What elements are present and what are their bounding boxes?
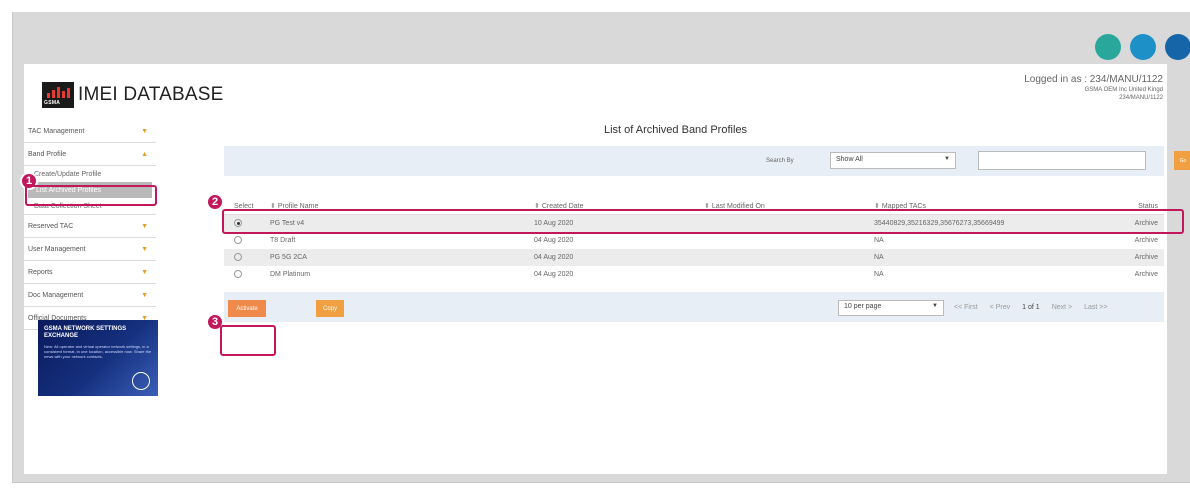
search-by-value: Show All	[836, 156, 863, 163]
search-by-select[interactable]: Show All ▼	[830, 152, 956, 169]
cell-profile-name: DM Platinum	[270, 271, 311, 278]
chevron-down-icon: ▼	[141, 222, 148, 230]
app-page: GSMA IMEI DATABASE Logged in as : 234/MA…	[24, 64, 1190, 474]
chevron-down-icon: ▼	[141, 245, 148, 253]
pager-first[interactable]: << First	[954, 304, 978, 311]
pagination: << First < Prev 1 of 1 Next > Last >>	[954, 304, 1107, 311]
swirl-icon	[132, 372, 150, 390]
cell-mapped-tacs: NA	[874, 254, 884, 261]
sidebar-item-user-management[interactable]: User Management ▼	[24, 238, 156, 261]
radio-icon	[234, 235, 242, 244]
sidebar-item-label: User Management	[28, 245, 86, 253]
chevron-down-icon: ▼	[141, 291, 148, 299]
row-radio[interactable]	[234, 235, 242, 246]
chevron-down-icon: ▼	[141, 268, 148, 276]
login-info: Logged in as : 234/MANU/1122 GSMA OEM In…	[1024, 74, 1163, 101]
row-radio[interactable]	[234, 269, 242, 280]
highlight-activate-button	[220, 325, 276, 356]
logo-text: IMEI DATABASE	[78, 84, 224, 105]
sidebar-item-doc-management[interactable]: Doc Management ▼	[24, 284, 156, 307]
cell-status: Archive	[1134, 237, 1158, 244]
step-marker-2: 2	[206, 193, 224, 211]
go-button[interactable]: Go	[1174, 151, 1190, 170]
chevron-down-icon: ▼	[932, 303, 938, 309]
table-footer: Activate Copy 10 per page ▼ << First < Pr…	[224, 292, 1164, 322]
dot-blue	[1130, 34, 1156, 60]
sidebar-item-reserved-tac[interactable]: Reserved TAC ▼	[24, 215, 156, 238]
highlight-list-archived	[25, 185, 157, 206]
radio-icon	[234, 252, 242, 261]
search-bar: Search By Show All ▼ Go	[224, 146, 1190, 176]
sidebar-item-tac-management[interactable]: TAC Management ▼	[24, 120, 156, 143]
gsma-logo-icon: GSMA	[42, 82, 74, 108]
cell-created-date: 04 Aug 2020	[534, 271, 574, 278]
sidebar-item-label: Reports	[28, 268, 53, 276]
promo-title: GSMA NETWORK SETTINGS EXCHANGE	[44, 326, 127, 339]
cell-profile-name: PG 5G 2CA	[270, 254, 307, 261]
sidebar-item-label: Band Profile	[28, 150, 67, 158]
table-row[interactable]: PG 5G 2CA 04 Aug 2020 NA Archive	[224, 249, 1164, 266]
promo-banner[interactable]: GSMA NETWORK SETTINGS EXCHANGE New: All …	[38, 320, 158, 396]
table-row[interactable]: DM Platinum 04 Aug 2020 NA Archive	[224, 266, 1164, 283]
sidebar-subitem-create-profile[interactable]: Create/Update Profile	[24, 166, 156, 182]
pager-prev[interactable]: < Prev	[990, 304, 1010, 311]
login-company: GSMA OEM Inc United Kingd	[1084, 87, 1163, 93]
cell-created-date: 04 Aug 2020	[534, 254, 574, 261]
promo-body: New: All operator and virtual operator n…	[44, 344, 152, 359]
logo[interactable]: GSMA IMEI DATABASE	[42, 82, 223, 108]
login-user: Logged in as : 234/MANU/1122	[1024, 74, 1163, 85]
search-label: Search By	[766, 158, 794, 164]
cell-mapped-tacs: NA	[874, 271, 884, 278]
cell-created-date: 04 Aug 2020	[534, 237, 574, 244]
search-input[interactable]	[978, 151, 1146, 170]
sidebar-item-band-profile[interactable]: Band Profile ▲	[24, 143, 156, 166]
sidebar-item-label: Reserved TAC	[28, 222, 74, 230]
sidebar: TAC Management ▼ Band Profile ▲ Create/Upd…	[24, 120, 156, 330]
per-page-select[interactable]: 10 per page ▼	[838, 300, 944, 316]
cell-mapped-tacs: NA	[874, 237, 884, 244]
dot-darkblue	[1165, 34, 1190, 60]
row-radio[interactable]	[234, 252, 242, 263]
cell-status: Archive	[1134, 271, 1158, 278]
dot-teal	[1095, 34, 1121, 60]
table-row[interactable]: T8 Draft 04 Aug 2020 NA Archive	[224, 232, 1164, 249]
sidebar-item-label: TAC Management	[28, 127, 85, 135]
chevron-down-icon: ▼	[944, 156, 950, 162]
pager-last[interactable]: Last >>	[1084, 304, 1107, 311]
sidebar-item-label: Doc Management	[28, 291, 84, 299]
activate-button[interactable]: Activate	[228, 300, 266, 317]
chevron-up-icon: ▲	[141, 150, 148, 158]
chevron-down-icon: ▼	[141, 127, 148, 135]
copy-button[interactable]: Copy	[316, 300, 344, 317]
login-id: 234/MANU/1122	[1119, 95, 1163, 101]
radio-icon	[234, 269, 242, 278]
pager-current: 1 of 1	[1022, 304, 1040, 311]
pager-next[interactable]: Next >	[1052, 304, 1072, 311]
page-title: List of Archived Band Profiles	[603, 124, 748, 136]
per-page-value: 10 per page	[844, 303, 882, 310]
sidebar-item-reports[interactable]: Reports ▼	[24, 261, 156, 284]
main-content: List of Archived Band Profiles Search By…	[184, 120, 1190, 322]
cell-status: Archive	[1134, 254, 1158, 261]
logo-badge: GSMA	[44, 100, 61, 106]
app-header: GSMA IMEI DATABASE Logged in as : 234/MA…	[24, 64, 1167, 120]
cell-profile-name: T8 Draft	[270, 237, 296, 244]
window-dots	[1095, 34, 1190, 60]
highlight-selected-row	[222, 209, 1184, 234]
